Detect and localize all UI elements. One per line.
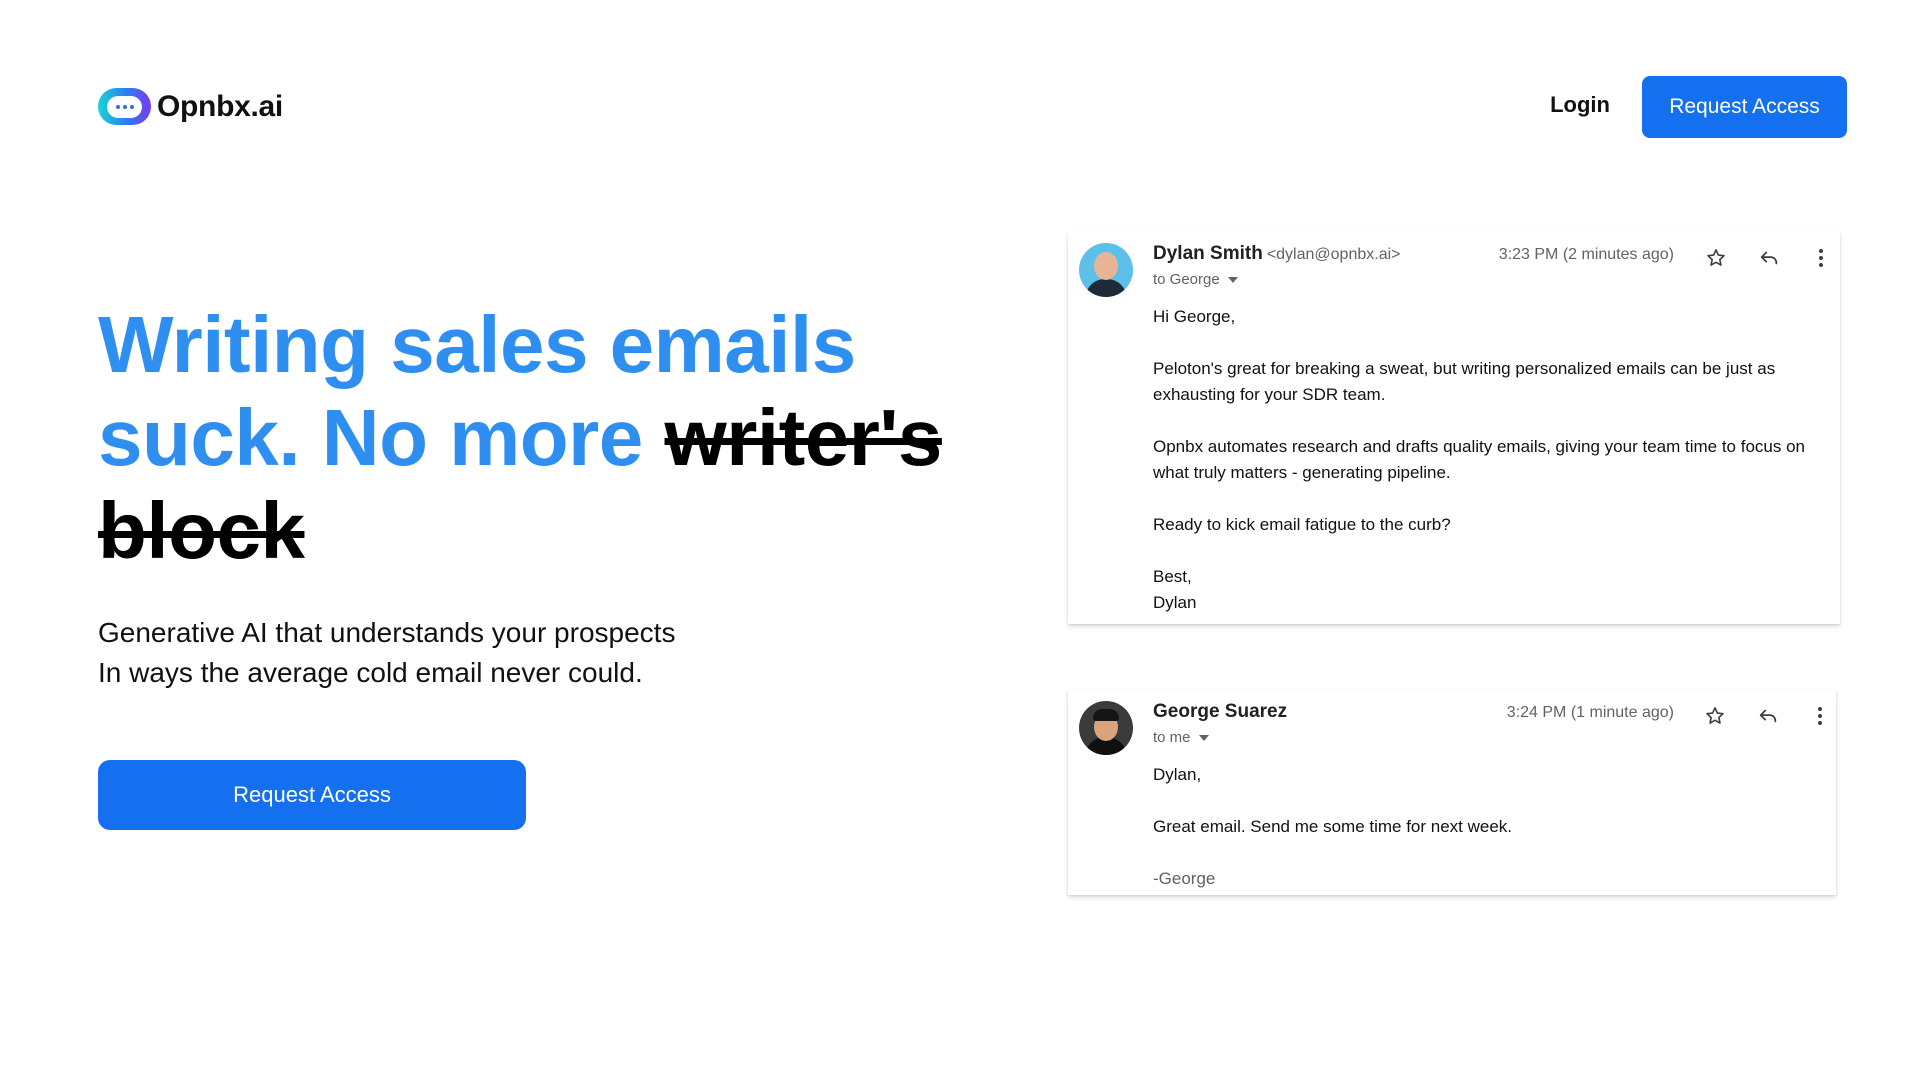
more-vertical-icon xyxy=(1818,707,1822,725)
reply-button[interactable] xyxy=(1754,244,1784,272)
email-paragraph: Dylan, xyxy=(1153,765,1202,784)
sender-email: <dylan@opnbx.ai> xyxy=(1266,246,1401,263)
recipient-dropdown[interactable]: to George xyxy=(1153,271,1238,288)
email-body: Hi George, Peloton's great for breaking … xyxy=(1153,304,1823,616)
email-signature: -George xyxy=(1153,869,1216,888)
email-card-george: George Suarez to me 3:24 PM (1 minute ag… xyxy=(1068,690,1836,895)
email-card-dylan: Dylan Smith <dylan@opnbx.ai> to George 3:… xyxy=(1068,232,1840,624)
avatar xyxy=(1079,243,1133,297)
email-timestamp: 3:24 PM (1 minute ago) xyxy=(1506,704,1674,721)
email-signature: Dylan xyxy=(1153,593,1197,612)
more-options-button[interactable] xyxy=(1805,702,1835,730)
email-signoff: Best, xyxy=(1153,567,1192,586)
login-link[interactable]: Login xyxy=(1530,92,1630,118)
email-paragraph: Ready to kick email fatigue to the curb? xyxy=(1153,515,1451,534)
reply-button[interactable] xyxy=(1753,702,1783,730)
hero-headline: Writing sales emails suck. No more write… xyxy=(98,298,998,577)
caret-down-icon xyxy=(1227,277,1238,284)
subheading-line-1: Generative AI that understands your pros… xyxy=(98,617,676,648)
recipient-label: to George xyxy=(1153,271,1220,288)
subheading-line-2: In ways the average cold email never cou… xyxy=(98,657,643,688)
reply-icon xyxy=(1759,709,1777,723)
email-paragraph: Hi George, xyxy=(1153,307,1236,326)
email-paragraph: Peloton's great for breaking a sweat, bu… xyxy=(1153,359,1776,404)
brand-name: Opnbx.ai xyxy=(157,89,283,123)
reply-icon xyxy=(1760,251,1778,265)
more-vertical-icon xyxy=(1819,249,1823,267)
recipient-dropdown[interactable]: to me xyxy=(1153,729,1209,746)
header-request-access-button[interactable]: Request Access xyxy=(1642,76,1847,138)
sender-name: Dylan Smith xyxy=(1153,243,1263,264)
star-button[interactable] xyxy=(1701,244,1731,272)
email-closing: Best, Dylan xyxy=(1153,564,1823,616)
email-paragraph: Great email. Send me some time for next … xyxy=(1153,817,1513,836)
hero-request-access-button[interactable]: Request Access xyxy=(98,760,526,830)
caret-down-icon xyxy=(1198,735,1209,742)
star-icon xyxy=(1707,249,1725,266)
star-icon xyxy=(1706,707,1724,724)
email-sender: Dylan Smith <dylan@opnbx.ai> xyxy=(1153,243,1400,265)
hero-subheading: Generative AI that understands your pros… xyxy=(98,613,858,693)
brand-logo[interactable]: Opnbx.ai xyxy=(98,88,283,125)
email-timestamp: 3:23 PM (2 minutes ago) xyxy=(1498,246,1674,263)
avatar xyxy=(1079,701,1133,755)
recipient-label: to me xyxy=(1153,729,1191,746)
email-body: Dylan, Great email. Send me some time fo… xyxy=(1153,762,1813,892)
email-sender: George Suarez xyxy=(1153,701,1287,723)
sender-name: George Suarez xyxy=(1153,701,1288,722)
star-button[interactable] xyxy=(1700,702,1730,730)
chat-bubble-icon xyxy=(98,88,151,125)
email-paragraph: Opnbx automates research and drafts qual… xyxy=(1153,437,1805,482)
more-options-button[interactable] xyxy=(1806,244,1836,272)
landing-page: Opnbx.ai Login Request Access Writing sa… xyxy=(0,0,1920,1080)
